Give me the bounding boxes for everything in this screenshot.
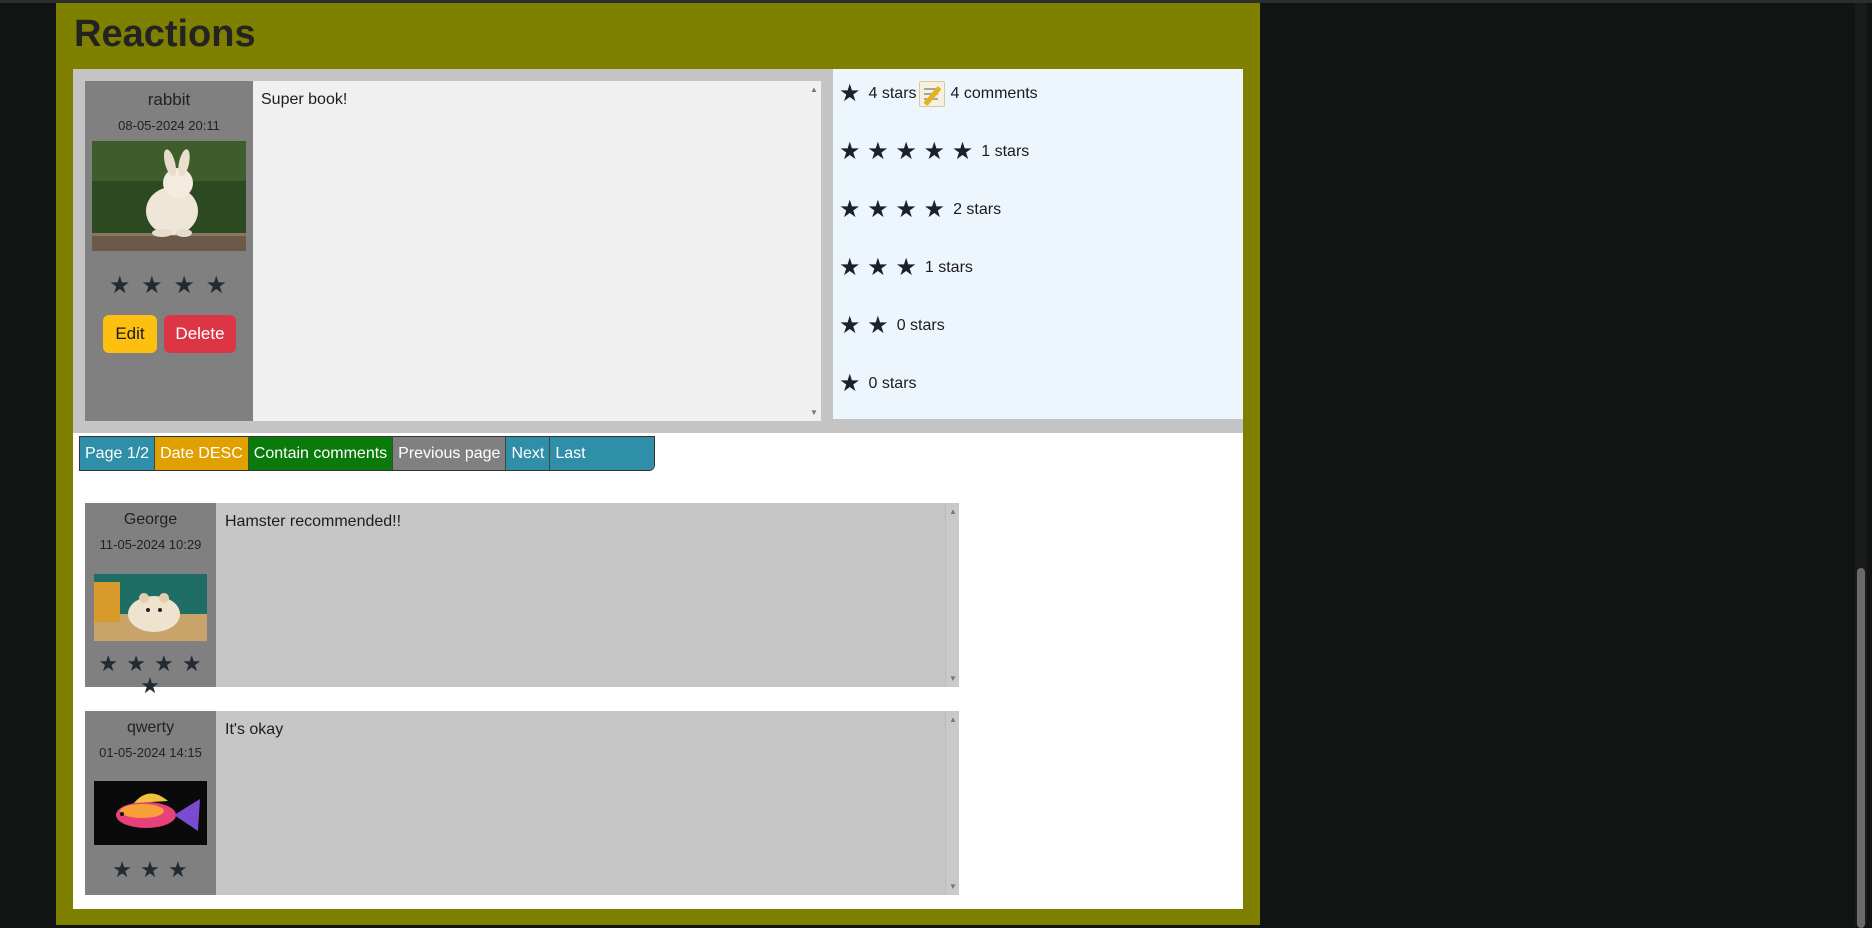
star-icon: ★ [839, 80, 861, 107]
scroll-down-icon[interactable]: ▼ [949, 882, 957, 891]
avatar [92, 141, 246, 251]
filter-comments-button[interactable]: Contain comments [248, 437, 394, 470]
star-rating-icons: ★ ★ ★ [839, 254, 917, 281]
star-count: 0 stars [868, 375, 917, 392]
text-scrollbar[interactable]: ▲ ▼ [945, 503, 959, 687]
rating-summary: ★ 4 stars 4 comments ★ ★ ★ ★ ★ 1 stars ★… [833, 69, 1243, 419]
page-indicator[interactable]: Page 1/2 [80, 437, 156, 470]
star-count: 0 stars [896, 317, 945, 334]
own-reaction-author: rabbit 08-05-2024 20:11 ★ ★ ★ ★ Edit Del… [85, 81, 253, 421]
scroll-down-icon[interactable]: ▼ [949, 674, 957, 683]
comment-date: 01-05-2024 14:15 [99, 745, 202, 760]
comment-text: It's okay [225, 721, 284, 738]
pagination-bar: Page 1/2 Date DESC Contain comments Prev… [79, 436, 656, 471]
comment-stars: ★ ★ ★ ★ ★ [98, 651, 203, 698]
reaction-date: 08-05-2024 20:11 [118, 118, 220, 133]
edit-button[interactable]: Edit [103, 315, 157, 353]
fish-photo-icon [94, 781, 207, 845]
comment-author: qwerty 01-05-2024 14:15 ★ ★ ★ [85, 711, 216, 895]
comment-author: George 11-05-2024 10:29 ★ ★ ★ ★ ★ [85, 503, 216, 697]
reactions-content: rabbit 08-05-2024 20:11 ★ ★ ★ ★ Edit Del… [73, 69, 1243, 909]
text-scrollbar[interactable]: ▲ ▼ [945, 711, 959, 895]
comments-count: 4 comments [950, 85, 1038, 102]
scroll-up-icon[interactable]: ▲ [949, 715, 957, 724]
section-title: Reactions [74, 13, 256, 55]
memo-icon [918, 81, 945, 107]
comment-text-area[interactable]: Hamster recommended!! ▲ ▼ [216, 503, 959, 687]
list-item: George 11-05-2024 10:29 ★ ★ ★ ★ ★ Hamste… [85, 503, 959, 697]
comment-stars: ★ ★ ★ [112, 857, 189, 882]
next-page-button[interactable]: Next [506, 437, 551, 470]
summary-row-1: ★ 0 stars [839, 369, 917, 399]
own-reaction-card: rabbit 08-05-2024 20:11 ★ ★ ★ ★ Edit Del… [85, 81, 821, 421]
reactions-panel: Reactions rabbit 08-05-2024 20:11 ★ ★ ★ … [56, 3, 1260, 925]
comment-text-area[interactable]: It's okay ▲ ▼ [216, 711, 959, 895]
scrollbar-thumb[interactable] [1857, 568, 1865, 928]
overall-stars: 4 stars [868, 85, 917, 102]
delete-button[interactable]: Delete [164, 315, 236, 353]
summary-row-3: ★ ★ ★ 1 stars [839, 253, 973, 283]
own-reaction-block: rabbit 08-05-2024 20:11 ★ ★ ★ ★ Edit Del… [73, 69, 1243, 433]
reaction-text-area[interactable]: Super book! ▲ ▼ [253, 81, 821, 421]
avatar [94, 574, 207, 641]
previous-page-button[interactable]: Previous page [393, 437, 507, 470]
author-name: George [123, 511, 178, 528]
list-item: qwerty 01-05-2024 14:15 ★ ★ ★ It's okay [85, 711, 959, 895]
author-name: rabbit [147, 90, 191, 109]
text-scrollbar[interactable]: ▲ ▼ [807, 81, 821, 421]
summary-row-2: ★ ★ 0 stars [839, 311, 945, 341]
reaction-text: Super book! [261, 91, 348, 108]
star-rating-icons: ★ ★ ★ ★ ★ [839, 138, 974, 165]
avatar [94, 781, 207, 845]
comment-text: Hamster recommended!! [225, 513, 402, 530]
star-rating-icons: ★ ★ ★ ★ [839, 196, 946, 223]
summary-overall: ★ 4 stars 4 comments [839, 79, 1038, 109]
page-scrollbar[interactable] [1855, 3, 1867, 928]
scroll-up-icon[interactable]: ▲ [949, 507, 957, 516]
hamster-photo-icon [94, 574, 207, 641]
star-count: 2 stars [953, 201, 1002, 218]
star-rating-icons: ★ [839, 370, 861, 397]
sort-toggle-button[interactable]: Date DESC [155, 437, 249, 470]
star-rating-icons: ★ ★ [839, 312, 889, 339]
comment-date: 11-05-2024 10:29 [99, 537, 202, 552]
rabbit-photo-icon [92, 141, 246, 251]
summary-row-4: ★ ★ ★ ★ 2 stars [839, 195, 1001, 225]
author-name: qwerty [126, 719, 175, 736]
star-count: 1 stars [981, 143, 1030, 160]
star-count: 1 stars [924, 259, 973, 276]
last-page-button[interactable]: Last [550, 437, 655, 470]
scroll-up-icon[interactable]: ▲ [810, 85, 818, 94]
summary-row-5: ★ ★ ★ ★ ★ 1 stars [839, 137, 1029, 167]
reaction-stars: ★ ★ ★ ★ [108, 272, 230, 299]
scroll-down-icon[interactable]: ▼ [810, 408, 818, 417]
